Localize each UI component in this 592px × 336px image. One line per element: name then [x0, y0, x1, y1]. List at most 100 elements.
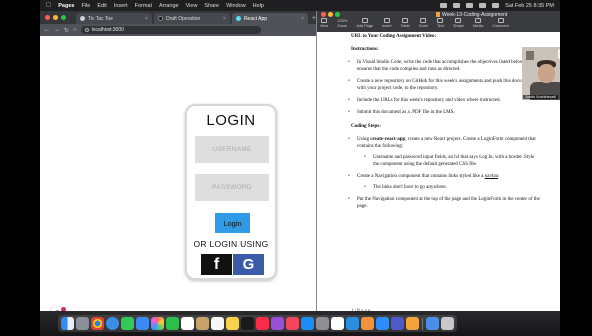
close-tab-icon[interactable]: × — [223, 16, 226, 22]
password-input[interactable]: PASSWORD — [195, 174, 269, 201]
notes-icon[interactable] — [226, 317, 239, 330]
menu-insert[interactable]: Insert — [114, 3, 128, 9]
menu-file[interactable]: File — [81, 3, 90, 9]
tool-label: Shape — [452, 24, 464, 28]
toolbar-text-button[interactable]: Text — [437, 18, 444, 28]
menu-window[interactable]: Window — [226, 3, 246, 9]
chart-icon — [420, 18, 427, 23]
person-face — [538, 64, 555, 83]
control-center-icon[interactable] — [492, 3, 500, 8]
instructions-heading: Instructions: — [351, 47, 379, 52]
menu-arrange[interactable]: Arrange — [159, 3, 179, 9]
document-title: Week-13-Coding-Assignment — [442, 11, 508, 18]
battery-icon[interactable] — [453, 3, 461, 8]
pages-icon[interactable] — [406, 317, 419, 330]
tab-draft-operation[interactable]: Draft Operation × — [153, 13, 230, 24]
home-icon[interactable]: ⌂ — [73, 27, 77, 33]
music-icon[interactable] — [256, 317, 269, 330]
zoom-icon[interactable] — [376, 317, 389, 330]
messages-icon[interactable] — [121, 317, 134, 330]
list-item: Submit this document as a .PDF file in t… — [348, 109, 541, 116]
downloads-icon[interactable] — [426, 317, 439, 330]
calendar-icon[interactable] — [181, 317, 194, 330]
wifi-icon[interactable] — [466, 3, 474, 8]
photos-icon[interactable] — [151, 317, 164, 330]
news-icon[interactable] — [286, 317, 299, 330]
tab-title: Draft Operation — [165, 15, 201, 22]
chrome-icon[interactable] — [91, 317, 104, 330]
add-page-icon — [361, 18, 368, 23]
page-viewport: LOGIN USERNAME PASSWORD Login OR LOGIN U… — [40, 36, 316, 324]
webcam-overlay[interactable]: Justin Xochihecatl — [522, 47, 560, 100]
menu-format[interactable]: Format — [135, 3, 152, 9]
menu-edit[interactable]: Edit — [97, 3, 106, 9]
close-tab-icon[interactable]: × — [301, 16, 304, 22]
menu-share[interactable]: Share — [204, 3, 219, 9]
sublime-icon[interactable] — [361, 317, 374, 330]
toolbar-shape-button[interactable]: Shape — [453, 18, 464, 28]
instructions-list: In Visual Studio Code, write the code th… — [348, 59, 541, 116]
apple-menu-icon[interactable]:  — [46, 2, 51, 9]
tab-react-app[interactable]: React App × — [231, 13, 308, 24]
zoom-window-icon[interactable] — [61, 15, 66, 20]
launchpad-icon[interactable] — [76, 317, 89, 330]
menu-app-name[interactable]: Pages — [58, 3, 74, 9]
safari-icon[interactable] — [106, 317, 119, 330]
minimize-window-icon[interactable] — [53, 15, 58, 20]
podcasts-icon[interactable] — [271, 317, 284, 330]
finder-icon[interactable] — [61, 317, 74, 330]
mail-icon[interactable] — [136, 317, 149, 330]
toolbar-zoom-button[interactable]: 125% Zoom — [337, 18, 347, 28]
toolbar-table-button[interactable]: Table — [401, 18, 410, 28]
username-placeholder: USERNAME — [212, 146, 252, 153]
reminders-icon[interactable] — [211, 317, 224, 330]
macos-menubar:  Pages File Edit Insert Format Arrange … — [40, 0, 560, 11]
facebook-login-button[interactable]: f — [201, 254, 232, 275]
zoom-window-icon[interactable] — [335, 12, 340, 17]
login-button[interactable]: Login — [215, 213, 250, 233]
tool-label: Chart — [418, 24, 428, 28]
toolbar-insert-button[interactable]: Insert — [382, 18, 392, 28]
close-tab-icon[interactable]: × — [145, 16, 148, 22]
bluetooth-icon[interactable] — [440, 3, 448, 8]
close-window-icon[interactable] — [321, 12, 326, 17]
toolbar-view-button[interactable]: View — [320, 18, 328, 28]
minimize-window-icon[interactable] — [328, 12, 333, 17]
reload-icon[interactable]: ↻ — [64, 27, 69, 34]
appletv-icon[interactable] — [241, 317, 254, 330]
comment-icon — [497, 18, 504, 23]
menu-view[interactable]: View — [186, 3, 198, 9]
facetime-icon[interactable] — [166, 317, 179, 330]
pages-toolbar: View 125% Zoom Add Page Insert Table Char… — [317, 18, 560, 32]
back-icon[interactable]: ← — [44, 27, 50, 33]
step-text: Using — [357, 137, 371, 142]
teams-icon[interactable] — [391, 317, 404, 330]
search-icon[interactable] — [479, 3, 487, 8]
address-bar[interactable]: localhost:3000 — [80, 26, 261, 34]
sub-list: Username and password input fields, an h… — [364, 154, 541, 168]
shape-icon — [455, 18, 462, 23]
menubar-clock[interactable]: Sat Feb 25 8:35 PM — [505, 3, 554, 9]
menu-help[interactable]: Help — [253, 3, 264, 9]
alt-login-text: OR LOGIN USING — [193, 239, 269, 249]
site-info-icon[interactable] — [84, 28, 89, 32]
contacts-icon[interactable] — [196, 317, 209, 330]
tab-tic-tac-toe[interactable]: Tic Tac Toe × — [76, 13, 152, 24]
toolbar-chart-button[interactable]: Chart — [419, 18, 428, 28]
toolbar-addpage-button[interactable]: Add Page — [356, 18, 373, 28]
appstore-icon[interactable] — [301, 317, 314, 330]
settings-icon[interactable] — [316, 317, 329, 330]
forward-icon[interactable]: → — [54, 27, 60, 33]
step-underlined: navbar — [484, 174, 499, 179]
vscode-icon[interactable] — [346, 317, 359, 330]
username-input[interactable]: USERNAME — [195, 136, 269, 163]
close-window-icon[interactable] — [45, 15, 50, 20]
text-icon — [437, 18, 444, 23]
toolbar-comment-button[interactable]: Comment — [492, 18, 509, 28]
coding-steps-heading: Coding Steps: — [351, 124, 381, 129]
trash-icon[interactable] — [441, 317, 454, 330]
google-login-button[interactable]: G — [233, 254, 264, 275]
browser-toolbar: ← → ↻ ⌂ localhost:3000 — [40, 24, 316, 36]
slack-icon[interactable] — [331, 317, 344, 330]
toolbar-media-button[interactable]: Media — [473, 18, 483, 28]
